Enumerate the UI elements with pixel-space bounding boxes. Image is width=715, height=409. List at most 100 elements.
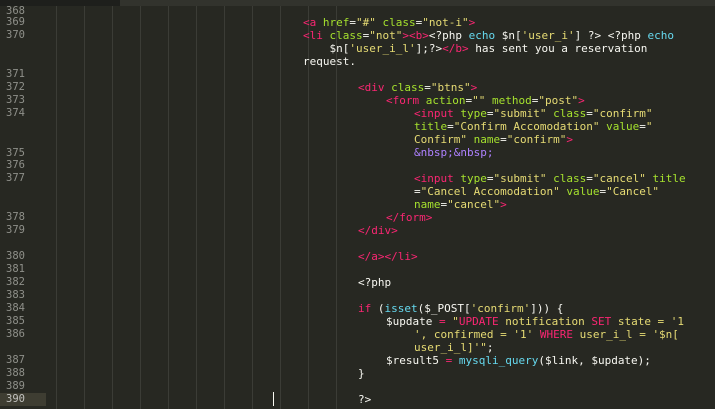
code-token: <form xyxy=(386,94,426,107)
indent-guide xyxy=(224,6,225,409)
code-token: $update xyxy=(386,315,439,328)
code-token: state = '1 xyxy=(611,315,685,328)
code-token: "submit" xyxy=(493,107,547,120)
code-token: mysqli_query xyxy=(458,354,539,367)
code-line[interactable]: <div class="btns"> xyxy=(358,81,477,94)
indent-guide xyxy=(84,6,85,409)
code-token: href xyxy=(322,16,350,29)
code-line[interactable]: <li class="not"><b><?php echo $n['user_i… xyxy=(303,29,674,42)
code-line[interactable]: request. xyxy=(303,55,356,68)
code-token: = xyxy=(349,16,356,29)
indent-guide xyxy=(140,6,141,409)
code-token: $n[ xyxy=(495,29,522,42)
code-token: "not-i" xyxy=(422,16,469,29)
line-number: 369 xyxy=(6,16,25,28)
code-token: isset xyxy=(384,302,418,315)
code-line[interactable]: <?php xyxy=(358,276,391,289)
code-editor[interactable]: <a href="#" class="not-i"> <li class="not… xyxy=(48,6,715,409)
code-line[interactable]: <input type="submit" class="cancel" titl… xyxy=(414,172,686,185)
code-token: ] ?> <?php xyxy=(574,29,648,42)
line-number: 370 xyxy=(6,29,25,41)
line-number: 387 xyxy=(6,354,25,366)
code-line[interactable]: title="Confirm Accomodation" value=" xyxy=(414,120,652,133)
code-token: ( xyxy=(371,302,385,315)
code-line[interactable]: name="cancel"> xyxy=(414,198,507,211)
code-token: name xyxy=(466,133,501,146)
code-token: 'user_i' xyxy=(521,29,575,42)
line-number: 381 xyxy=(6,263,25,275)
code-token: Confirm" xyxy=(414,133,467,146)
code-token: > xyxy=(468,16,476,29)
indent-guide xyxy=(112,6,113,409)
code-token: title xyxy=(645,172,686,185)
code-token: class xyxy=(375,16,416,29)
code-token: "not" xyxy=(369,29,403,42)
line-number: 377 xyxy=(6,172,25,184)
code-token: <?php xyxy=(358,276,392,289)
code-line[interactable]: Confirm" name="confirm"> xyxy=(414,133,573,146)
code-line[interactable]: ?> xyxy=(358,393,371,406)
code-line[interactable]: <a href="#" class="not-i"> xyxy=(303,16,475,29)
code-line[interactable]: ="Cancel Accomodation" value="Cancel" xyxy=(414,185,659,198)
code-token: ($link, $update); xyxy=(538,354,651,367)
code-token: "cancel" xyxy=(592,172,646,185)
code-token: } xyxy=(358,367,365,380)
code-token: WHERE xyxy=(539,328,573,341)
code-token: </a></li> xyxy=(358,250,418,263)
code-token: $result5 xyxy=(386,354,446,367)
code-token: value xyxy=(599,120,640,133)
code-token: value xyxy=(559,185,600,198)
code-token: title xyxy=(414,120,448,133)
code-line[interactable]: $update = "UPDATE notification SET state… xyxy=(386,315,684,328)
code-token: = xyxy=(586,172,593,185)
code-token: 'confirm' xyxy=(470,302,531,315)
code-line[interactable]: $n['user_i_l'];?></b> has sent you a res… xyxy=(303,42,647,55)
code-line[interactable]: user_i_l]'"; xyxy=(414,341,493,354)
code-token: = xyxy=(438,315,446,328)
line-number: 389 xyxy=(6,380,25,392)
code-token: "Confirm Accomodation" xyxy=(453,120,600,133)
code-token: user_i_l = '$n[ xyxy=(572,328,679,341)
code-token: ; xyxy=(486,341,494,354)
code-token: class xyxy=(546,107,587,120)
code-line[interactable]: } xyxy=(358,367,365,380)
line-number: 383 xyxy=(6,289,25,301)
code-token: name xyxy=(414,198,441,211)
code-line[interactable]: </a></li> xyxy=(358,250,418,263)
text-cursor xyxy=(273,392,274,406)
code-line[interactable]: $result5 = mysqli_query($link, $update); xyxy=(386,354,651,367)
line-number: 379 xyxy=(6,224,25,236)
code-line[interactable]: </form> xyxy=(386,211,432,224)
code-token: $n[ xyxy=(303,42,350,55)
code-token: request. xyxy=(303,55,356,68)
code-token: ?> xyxy=(358,393,372,406)
code-line[interactable]: </div> xyxy=(358,224,398,237)
code-token: = xyxy=(500,133,507,146)
indent-guide xyxy=(56,6,57,409)
code-line[interactable]: &nbsp;&nbsp; xyxy=(414,146,493,159)
code-line[interactable]: <input type="submit" class="confirm" xyxy=(414,107,652,120)
indent-guide xyxy=(168,6,169,409)
code-token: "btns" xyxy=(430,81,471,94)
code-line[interactable]: if (isset($_POST['confirm'])) { xyxy=(358,302,563,315)
code-line[interactable]: <form action="" method="post"> xyxy=(386,94,585,107)
code-token: > xyxy=(470,81,478,94)
code-token: method xyxy=(485,94,532,107)
code-token: &nbsp;&nbsp; xyxy=(414,146,494,159)
line-number: 373 xyxy=(6,94,25,106)
code-line[interactable]: ', confirmed = '1' WHERE user_i_l = '$n[ xyxy=(414,328,679,341)
code-token: echo xyxy=(647,29,674,42)
code-token: "submit" xyxy=(493,172,547,185)
code-token: type xyxy=(460,107,487,120)
line-number: 372 xyxy=(6,81,25,93)
line-number-gutter: 368 369 370 371 372 373 374 375 376 377 378 379 380 3… xyxy=(0,5,48,409)
line-number: 385 xyxy=(6,315,25,327)
code-token: echo xyxy=(468,29,496,42)
line-number: 380 xyxy=(6,250,25,262)
code-token: = xyxy=(639,120,646,133)
code-token: "confirm" xyxy=(592,107,653,120)
indent-guide xyxy=(252,6,253,409)
code-token: </b> xyxy=(442,42,469,55)
line-number: 371 xyxy=(6,68,25,80)
